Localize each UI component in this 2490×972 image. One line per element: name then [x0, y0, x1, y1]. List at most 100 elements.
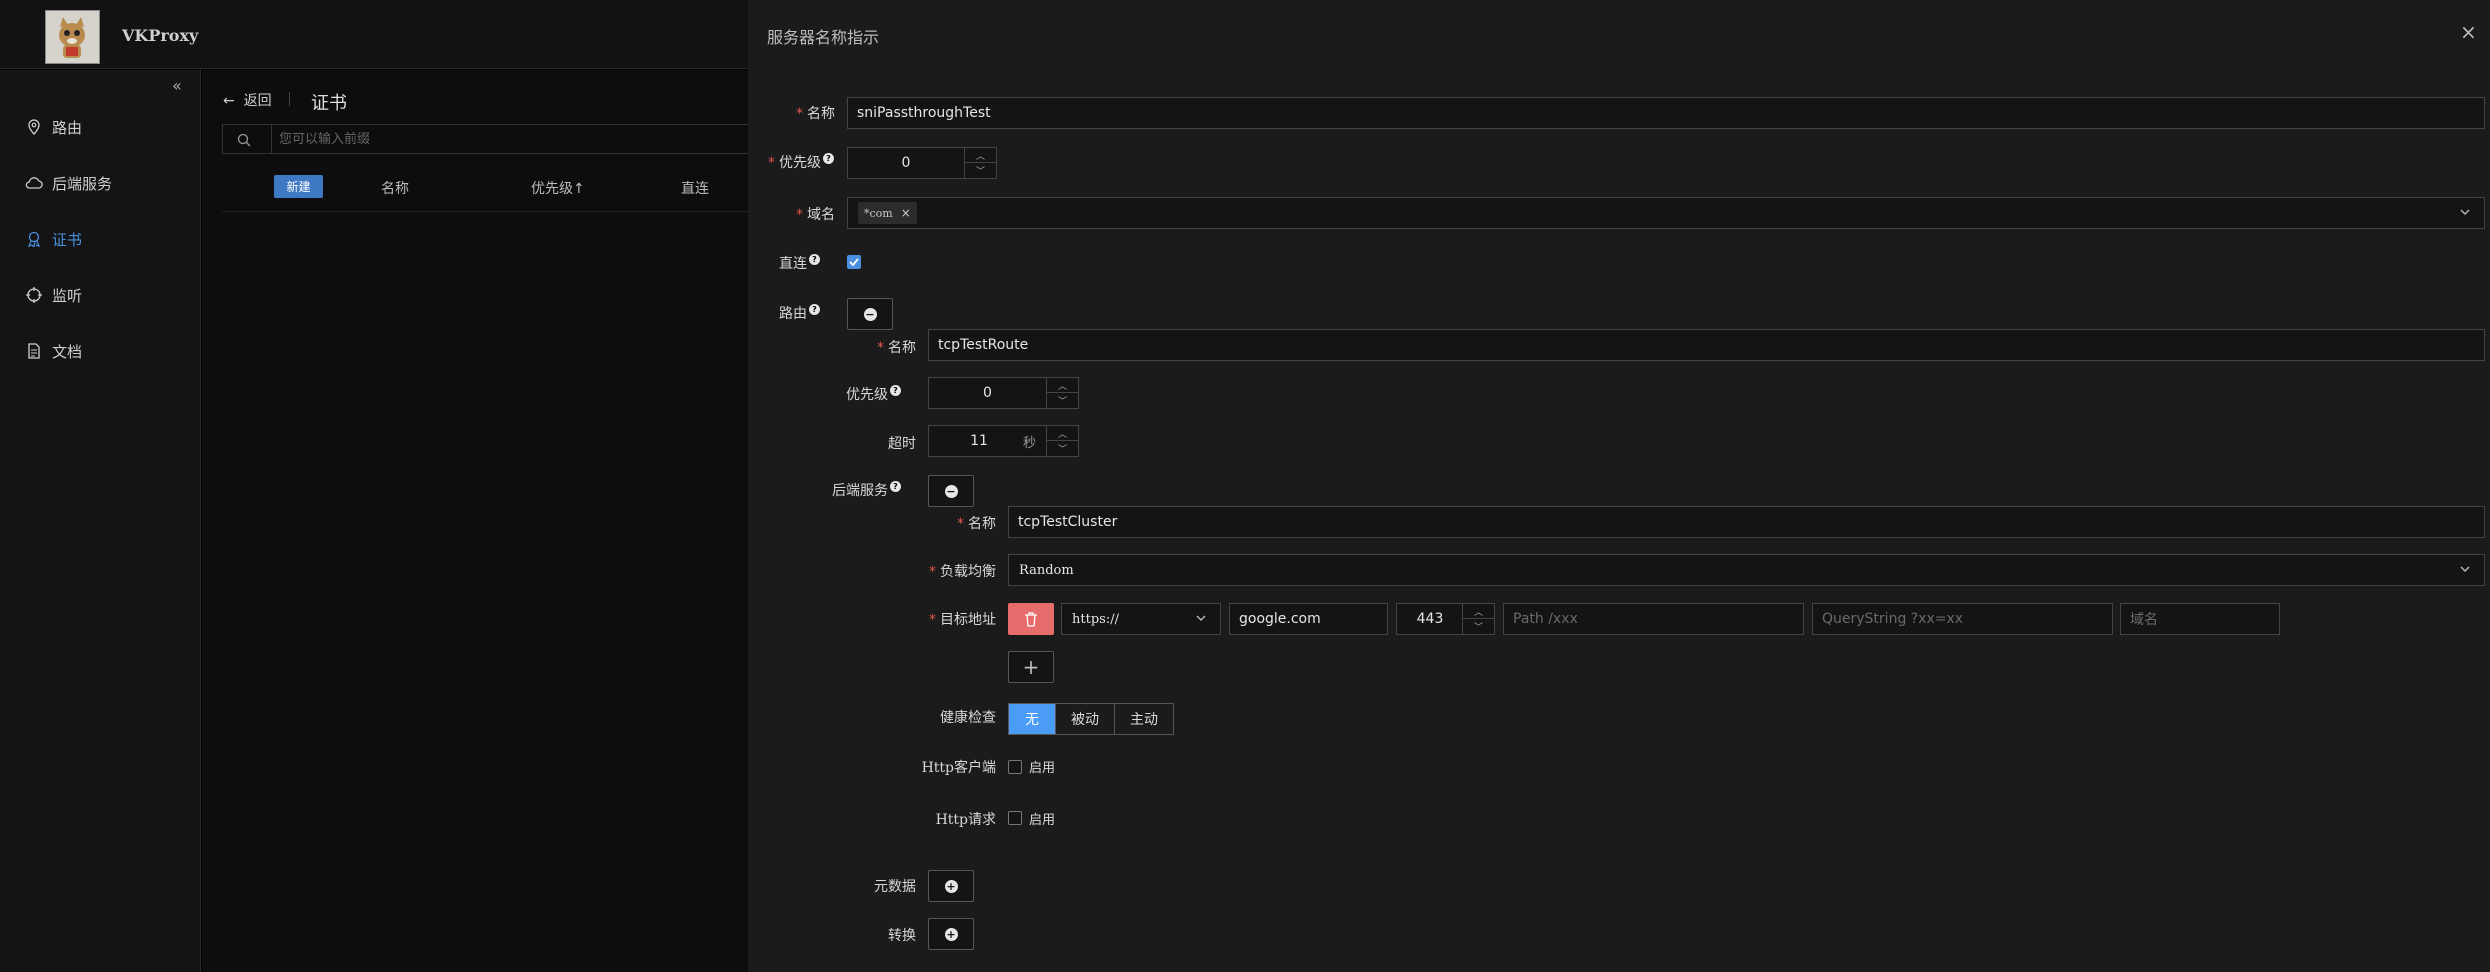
back-link[interactable]: ← 返回: [223, 90, 272, 110]
back-label: 返回: [243, 93, 272, 109]
chevron-down-icon: [1194, 611, 1208, 629]
app-brand: VKProxy: [122, 26, 199, 45]
priority-value: 0: [901, 155, 911, 171]
search-box: [222, 124, 752, 154]
timeout-unit: 秒: [1023, 435, 1037, 451]
name-label: * 名称: [796, 106, 835, 122]
lb-label: * 负载均衡: [929, 564, 996, 580]
column-header-name[interactable]: 名称: [381, 178, 409, 198]
querystring-input[interactable]: QueryString ?xx=xx: [1812, 603, 2113, 635]
health-option-active[interactable]: 主动: [1114, 704, 1173, 734]
domain-select[interactable]: *com ×: [847, 197, 2485, 229]
priority-stepper[interactable]: 0 ︿ ﹀: [847, 147, 997, 179]
new-button[interactable]: 新建: [274, 175, 323, 198]
http-request-enable-label[interactable]: 启用: [1029, 809, 1055, 828]
minus-circle-icon: −: [944, 484, 958, 498]
trash-icon: [1025, 611, 1037, 627]
direct-checkbox[interactable]: [847, 255, 861, 269]
health-option-none[interactable]: 无: [1009, 704, 1055, 734]
sidebar-item-label: 后端服务: [52, 174, 113, 193]
add-destination-button[interactable]: +: [1008, 651, 1054, 683]
cluster-name-label: * 名称: [957, 516, 996, 532]
table-header-divider: [222, 211, 748, 212]
health-check-label: 健康检查: [940, 710, 996, 726]
transform-add-button[interactable]: +: [928, 918, 974, 950]
chevron-down-icon[interactable]: ﹀: [1047, 441, 1078, 456]
chevron-down-icon[interactable]: ﹀: [1047, 393, 1078, 408]
health-check-segmented: 无 被动 主动: [1008, 703, 1174, 735]
route-name-label: * 名称: [877, 340, 916, 356]
http-client-label: Http客户端: [921, 760, 996, 776]
host-input[interactable]: google.com: [1229, 603, 1388, 635]
header-divider: [289, 92, 290, 106]
timeout-label: 超时: [888, 436, 916, 452]
priority-label: * 优先级?: [768, 152, 834, 172]
port-stepper[interactable]: 443 ︿ ﹀: [1396, 603, 1495, 635]
delete-destination-button[interactable]: [1008, 603, 1054, 635]
domain-tag: *com ×: [858, 202, 917, 224]
chevron-up-icon[interactable]: ︿: [1047, 378, 1078, 393]
double-chevron-left-icon[interactable]: «: [172, 76, 182, 95]
chevron-down-icon[interactable]: ﹀: [965, 163, 996, 178]
certificate-icon: [25, 230, 43, 248]
cluster-name-input[interactable]: tcpTestCluster: [1008, 506, 2485, 538]
drawer-panel: [748, 0, 2490, 972]
route-label: 路由?: [779, 303, 820, 323]
sidebar-item-label: 监听: [52, 286, 83, 305]
cluster-label: 后端服务?: [832, 480, 901, 500]
destination-label: * 目标地址: [929, 612, 996, 628]
chevron-up-icon[interactable]: ︿: [1463, 604, 1494, 619]
http-client-checkbox[interactable]: [1008, 760, 1022, 774]
minus-circle-icon: −: [863, 307, 877, 321]
tag-close-icon[interactable]: ×: [901, 206, 911, 220]
http-request-label: Http请求: [935, 812, 996, 828]
port-value: 443: [1416, 611, 1444, 627]
sidebar-item-label: 文档: [52, 342, 83, 361]
plus-icon: +: [1022, 655, 1040, 679]
search-input[interactable]: [279, 129, 719, 149]
search-icon: [237, 132, 251, 151]
scheme-value: https://: [1072, 611, 1119, 627]
close-icon[interactable]: ×: [2460, 22, 2477, 42]
http-client-enable-label[interactable]: 启用: [1029, 757, 1055, 776]
route-priority-label: 优先级?: [846, 384, 901, 404]
chevron-down-icon: [2458, 205, 2472, 223]
path-input[interactable]: Path /xxx: [1503, 603, 1804, 635]
main-content: [202, 70, 748, 972]
route-remove-button[interactable]: −: [847, 298, 893, 330]
column-header-direct[interactable]: 直连: [681, 178, 709, 198]
document-icon: [25, 342, 43, 360]
drawer-title: 服务器名称指示: [767, 28, 880, 47]
page-title: 证书: [311, 93, 347, 114]
app-logo: [45, 10, 100, 64]
direct-label: 直连?: [779, 253, 820, 273]
crosshair-icon: [25, 286, 43, 304]
sidebar-item-docs[interactable]: 文档: [0, 331, 201, 371]
scheme-select[interactable]: https://: [1061, 603, 1221, 635]
chevron-up-icon[interactable]: ︿: [1047, 426, 1078, 441]
help-icon: ?: [823, 153, 834, 164]
route-name-input[interactable]: tcpTestRoute: [928, 329, 2485, 361]
metadata-add-button[interactable]: +: [928, 870, 974, 902]
sidebar-item-backend[interactable]: 后端服务: [0, 163, 201, 203]
chevron-down-icon[interactable]: ﹀: [1463, 619, 1494, 634]
chevron-up-icon[interactable]: ︿: [965, 148, 996, 163]
lb-select[interactable]: Random: [1008, 554, 2485, 586]
chevron-down-icon: [2458, 562, 2472, 580]
domain-label: * 域名: [796, 207, 835, 223]
route-priority-stepper[interactable]: 0 ︿ ﹀: [928, 377, 1079, 409]
sidebar-item-listeners[interactable]: 监听: [0, 275, 201, 315]
cloud-icon: [25, 174, 43, 192]
sidebar-item-certificates[interactable]: 证书: [0, 219, 201, 259]
arrow-left-icon: ←: [223, 93, 235, 109]
sidebar-item-routes[interactable]: 路由: [0, 107, 201, 147]
http-request-checkbox[interactable]: [1008, 811, 1022, 825]
dest-domain-input[interactable]: 域名: [2120, 603, 2280, 635]
name-input[interactable]: sniPassthroughTest: [847, 97, 2485, 129]
cluster-remove-button[interactable]: −: [928, 475, 974, 507]
column-header-priority[interactable]: 优先级↑: [531, 178, 585, 198]
metadata-label: 元数据: [874, 879, 916, 895]
health-option-passive[interactable]: 被动: [1055, 704, 1114, 734]
location-pin-icon: [25, 118, 43, 136]
timeout-stepper[interactable]: 11 秒 ︿ ﹀: [928, 425, 1079, 457]
